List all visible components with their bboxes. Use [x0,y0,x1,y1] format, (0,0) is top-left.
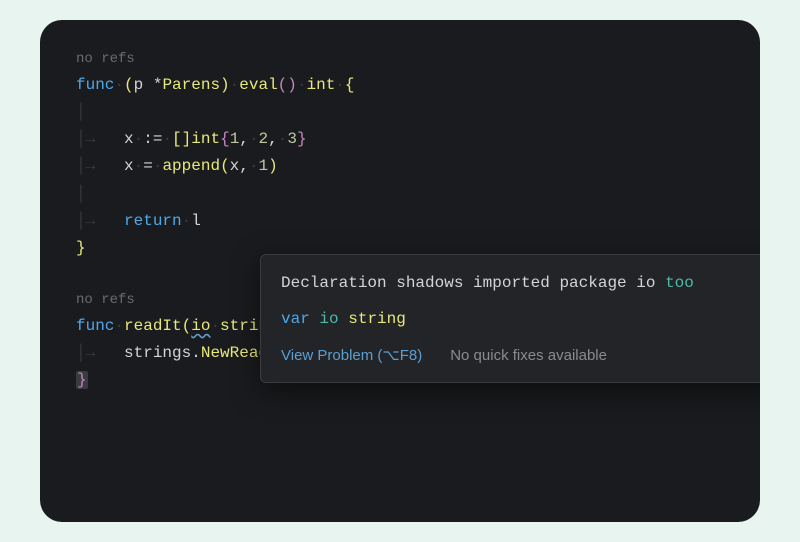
code-line[interactable]: │ [76,99,760,126]
warning-squiggle: io [191,317,210,335]
code-line[interactable]: │ [76,181,760,208]
code-line[interactable]: │→ x·:=·[]int{1,·2,·3} [76,126,760,153]
code-line[interactable]: │→ x·=·append(x,·1) [76,153,760,180]
code-line[interactable]: func·(p *Parens)·eval()·int·{ [76,72,760,99]
no-quick-fix-label: No quick fixes available [450,342,607,370]
codelens-no-refs[interactable]: no refs [76,48,760,72]
view-problem-link[interactable]: View Problem (⌥F8) [281,342,422,370]
declaration-signature: var io string [281,305,760,335]
code-editor[interactable]: no refs func·(p *Parens)·eval()·int·{ │ … [40,20,760,522]
brace-match: } [76,371,88,389]
code-line[interactable]: │→ return·l [76,208,760,235]
diagnostic-message: Declaration shadows imported package io … [281,269,760,299]
diagnostic-tooltip: Declaration shadows imported package io … [260,254,760,383]
